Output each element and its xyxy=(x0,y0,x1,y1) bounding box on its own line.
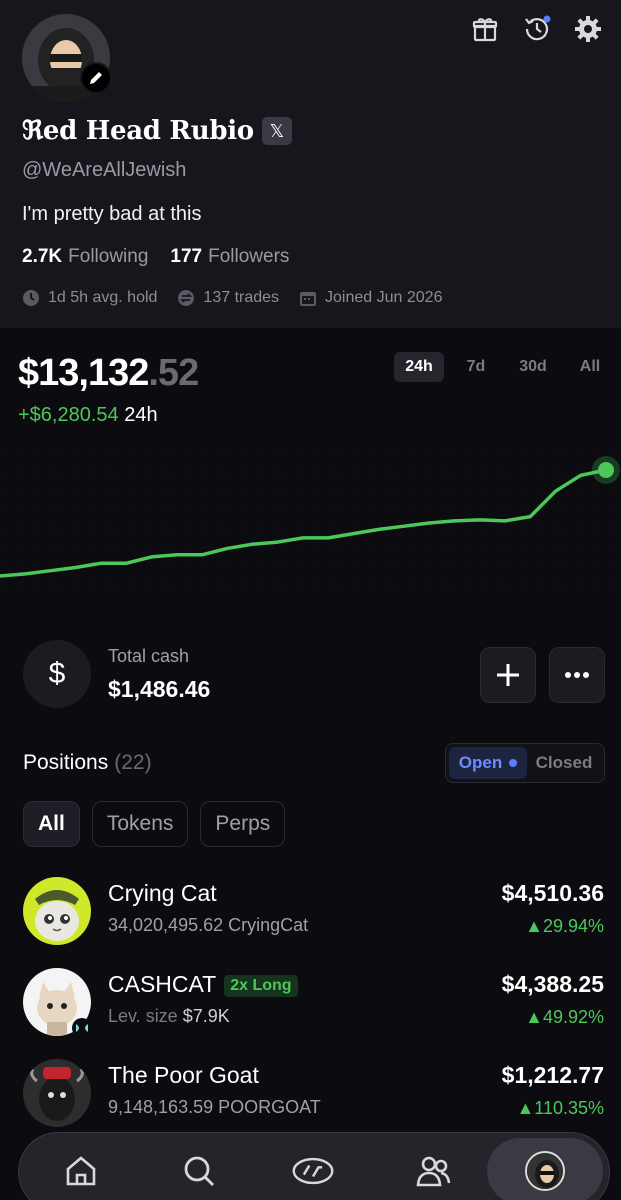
positions-label: Positions xyxy=(23,751,109,774)
following-link[interactable]: 2.7K Following xyxy=(22,246,148,268)
pnl-row: +$6,280.54 24h xyxy=(18,404,158,427)
gift-icon xyxy=(472,18,498,42)
position-lev-size: Lev. size $7.9K xyxy=(108,1006,230,1027)
position-change: ▲49.92% xyxy=(525,1007,604,1027)
users-icon xyxy=(416,1156,451,1187)
position-value: $4,510.36 xyxy=(501,880,604,906)
range-tab[interactable]: 24h xyxy=(394,352,444,382)
filter-chip[interactable]: All xyxy=(23,801,80,847)
open-tab[interactable]: Open xyxy=(449,747,527,779)
profile-header: ℜed Head Rubio 𝕏 @WeAreAllJewish I'm pre… xyxy=(0,0,621,328)
position-value: $1,212.77 xyxy=(501,1062,604,1088)
perp-badge-icon xyxy=(72,1018,92,1038)
nav-trade[interactable] xyxy=(291,1149,335,1193)
position-name: CASHCAT xyxy=(108,971,217,997)
bottom-nav xyxy=(18,1132,610,1200)
position-change: ▲29.94% xyxy=(525,916,604,936)
trades-stat: 137 trades xyxy=(177,289,279,307)
lev-size-label: Lev. size xyxy=(108,1006,178,1026)
plus-icon xyxy=(497,664,519,686)
edit-avatar-button[interactable] xyxy=(80,62,112,94)
gift-button[interactable] xyxy=(470,14,500,44)
avg-hold-text: 1d 5h avg. hold xyxy=(48,289,158,306)
chart-endpoint xyxy=(598,462,614,478)
range-tab[interactable]: 7d xyxy=(451,352,501,382)
add-cash-button[interactable] xyxy=(480,647,536,703)
followers-link[interactable]: 177 Followers xyxy=(170,246,289,268)
clock-icon xyxy=(23,290,39,306)
following-count: 2.7K xyxy=(22,246,63,267)
pnl-value: +$6,280.54 xyxy=(18,404,119,426)
time-range-selector: 24h 7d 30d All xyxy=(394,352,621,382)
pencil-icon xyxy=(90,72,102,84)
position-name: Crying Cat xyxy=(108,880,217,906)
position-filters: All Tokens Perps xyxy=(23,801,286,847)
position-row[interactable]: CASHCAT 2x Long Lev. size $7.9K $4,388.25… xyxy=(0,968,621,1050)
follow-stats: 2.7K Following 177 Followers xyxy=(22,246,289,268)
cash-label: Total cash xyxy=(108,646,190,666)
joined-stat: Joined Jun 2026 xyxy=(299,289,442,307)
profile-meta: 1d 5h avg. hold 137 trades Joined Jun 20… xyxy=(22,289,462,307)
history-button[interactable] xyxy=(522,14,552,44)
followers-label: Followers xyxy=(208,246,290,267)
open-tab-label: Open xyxy=(458,753,503,772)
followers-count: 177 xyxy=(170,246,203,267)
poor-goat-token-icon xyxy=(23,1059,91,1127)
open-closed-toggle: Open Closed xyxy=(445,743,605,783)
gear-icon xyxy=(575,16,601,42)
profile-bio: I'm pretty bad at this xyxy=(22,203,202,225)
balance-main: $13,132 xyxy=(18,352,149,394)
range-tab[interactable]: All xyxy=(565,352,615,382)
nav-home[interactable] xyxy=(59,1149,103,1193)
pnl-period: 24h xyxy=(124,404,158,426)
open-dot-icon xyxy=(509,759,518,767)
nav-social[interactable] xyxy=(411,1149,455,1193)
more-options-button[interactable] xyxy=(549,647,605,703)
lev-size-value: $7.9K xyxy=(182,1006,230,1026)
trades-text: 137 trades xyxy=(203,289,280,306)
balance-cents: .52 xyxy=(148,352,199,394)
following-label: Following xyxy=(68,246,149,267)
portfolio-chart xyxy=(0,449,620,591)
filter-chip[interactable]: Perps xyxy=(200,801,286,847)
nav-profile-avatar xyxy=(525,1151,565,1191)
trade-icon xyxy=(292,1157,334,1185)
position-row[interactable]: The Poor Goat 9,148,163.59 POORGOAT $1,2… xyxy=(0,1059,621,1141)
home-icon xyxy=(66,1156,96,1186)
nav-profile[interactable] xyxy=(487,1138,603,1200)
leverage-badge: 2x Long xyxy=(224,974,298,997)
nav-search[interactable] xyxy=(177,1149,221,1193)
joined-text: Joined Jun 2026 xyxy=(325,289,443,306)
x-link-icon[interactable]: 𝕏 xyxy=(261,117,292,145)
cash-value: $1,486.46 xyxy=(108,676,211,702)
profile-name: ℜed Head Rubio xyxy=(22,116,254,146)
history-icon xyxy=(525,15,551,41)
position-row[interactable]: Crying Cat 34,020,495.62 CryingCat $4,51… xyxy=(0,877,621,959)
profile-handle: @WeAreAllJewish xyxy=(22,159,187,181)
range-tab[interactable]: 30d xyxy=(508,352,558,382)
position-amount: 9,148,163.59 POORGOAT xyxy=(108,1097,321,1117)
settings-button[interactable] xyxy=(573,14,603,44)
positions-count: (22) xyxy=(114,751,152,774)
dollar-icon: $ xyxy=(23,640,91,708)
position-value: $4,388.25 xyxy=(501,971,604,997)
profile-name-row: ℜed Head Rubio 𝕏 xyxy=(22,116,292,146)
crying-cat-token-icon xyxy=(23,877,91,945)
position-change: ▲110.35% xyxy=(516,1098,604,1118)
search-icon xyxy=(184,1156,214,1186)
position-name-row: CASHCAT 2x Long xyxy=(108,971,298,998)
position-name: The Poor Goat xyxy=(108,1062,259,1088)
portfolio-balance: $13,132.52 xyxy=(18,352,199,395)
calendar-icon xyxy=(300,292,317,306)
chart-line xyxy=(0,468,607,578)
more-icon xyxy=(565,672,589,678)
avg-hold-stat: 1d 5h avg. hold xyxy=(22,289,157,307)
swap-icon xyxy=(178,290,195,306)
positions-title: Positions (22) xyxy=(23,751,152,775)
position-amount: 34,020,495.62 CryingCat xyxy=(108,915,309,935)
filter-chip[interactable]: Tokens xyxy=(91,801,189,847)
closed-tab[interactable]: Closed xyxy=(527,753,601,773)
